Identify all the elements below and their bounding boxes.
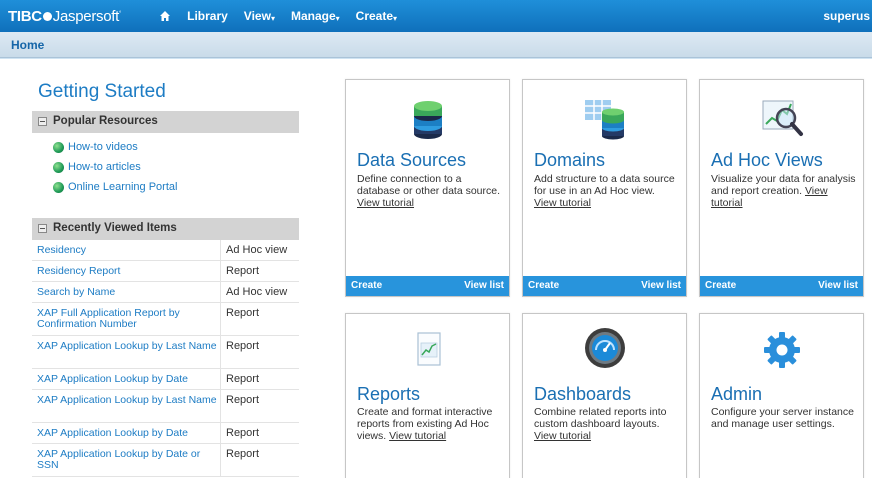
recent-item-name[interactable]: Residency xyxy=(32,240,220,260)
recent-item-type: Report xyxy=(220,261,299,281)
report-icon xyxy=(410,330,446,373)
create-button[interactable]: Create xyxy=(351,280,382,291)
nav-create-menu[interactable]: Create▾ xyxy=(356,9,397,23)
recent-item-type: Ad Hoc view xyxy=(220,240,299,260)
view-list-button[interactable]: View list xyxy=(818,280,858,291)
view-list-button[interactable]: View list xyxy=(641,280,681,291)
recent-item-type: Ad Hoc view xyxy=(220,282,299,302)
gear-icon xyxy=(762,330,802,373)
recent-item: Search by Name Ad Hoc view xyxy=(32,282,299,303)
user-menu[interactable]: superus xyxy=(823,9,870,23)
top-navigation-bar: TIBC Jaspersoft° Library View▾ Manage▾ Cr… xyxy=(0,0,872,32)
home-page-content: Getting Started Popular Resources How-to… xyxy=(0,59,872,478)
card-footer: Create View list xyxy=(346,276,509,296)
getting-started-title: Getting Started xyxy=(38,81,166,102)
tibco-jaspersoft-logo[interactable]: TIBC Jaspersoft° xyxy=(8,8,121,25)
view-list-button[interactable]: View list xyxy=(464,280,504,291)
card-admin: Admin Configure your server instance and… xyxy=(699,313,864,478)
howto-videos-link[interactable]: How-to videos xyxy=(53,141,138,153)
recently-viewed-list: Residency Ad Hoc view Residency Report Rep… xyxy=(32,240,299,477)
card-ad-hoc-views: Ad Hoc Views Visualize your data for ana… xyxy=(699,79,864,297)
database-icon xyxy=(413,96,443,143)
nav-library[interactable]: Library xyxy=(187,9,228,23)
recent-item: XAP Application Lookup by Date or SSN Rep… xyxy=(32,444,299,477)
card-title[interactable]: Data Sources xyxy=(357,150,466,171)
recent-item-name[interactable]: Search by Name xyxy=(32,282,220,302)
recently-viewed-header[interactable]: Recently Viewed Items xyxy=(32,218,299,240)
card-reports: Reports Create and format interactive re… xyxy=(345,313,510,478)
home-icon[interactable] xyxy=(159,10,171,22)
view-tutorial-link[interactable]: View tutorial xyxy=(534,430,591,442)
globe-icon xyxy=(53,181,64,193)
recent-item-type: Report xyxy=(220,369,299,389)
recent-item-name[interactable]: XAP Full Application Report by Confirmat… xyxy=(32,303,220,335)
globe-icon xyxy=(53,141,64,153)
recent-item-type: Report xyxy=(220,444,299,476)
collapse-icon[interactable] xyxy=(38,224,47,233)
breadcrumb-home[interactable]: Home xyxy=(11,38,44,52)
view-tutorial-link[interactable]: View tutorial xyxy=(357,197,414,209)
recent-item-name[interactable]: Residency Report xyxy=(32,261,220,281)
recent-item: XAP Application Lookup by Last Name Repor… xyxy=(32,390,299,423)
card-description: Combine related reports into custom dash… xyxy=(534,406,667,442)
card-title[interactable]: Dashboards xyxy=(534,384,631,405)
recent-item: Residency Ad Hoc view xyxy=(32,240,299,261)
card-dashboards: Dashboards Combine related reports into … xyxy=(522,313,687,478)
recent-item: XAP Application Lookup by Date Report xyxy=(32,369,299,390)
card-footer: Create View list xyxy=(700,276,863,296)
recent-item-type: Report xyxy=(220,303,299,335)
recent-item: XAP Full Application Report by Confirmat… xyxy=(32,303,299,336)
recent-item-type: Report xyxy=(220,336,299,368)
recent-item-name[interactable]: XAP Application Lookup by Date xyxy=(32,423,220,443)
online-learning-portal-link[interactable]: Online Learning Portal xyxy=(53,181,177,193)
logo-circle-icon xyxy=(42,11,52,21)
popular-resources-header[interactable]: Popular Resources xyxy=(32,111,299,133)
card-domains: Domains Add structure to a data source f… xyxy=(522,79,687,297)
recent-item-name[interactable]: XAP Application Lookup by Date xyxy=(32,369,220,389)
recent-item-name[interactable]: XAP Application Lookup by Last Name xyxy=(32,390,220,422)
card-data-sources: Data Sources Define connection to a data… xyxy=(345,79,510,297)
card-title[interactable]: Ad Hoc Views xyxy=(711,150,823,171)
domain-icon xyxy=(583,96,627,143)
card-description: Create and format interactive reports fr… xyxy=(357,406,493,442)
create-button[interactable]: Create xyxy=(528,280,559,291)
card-description: Configure your server instance and manag… xyxy=(711,406,854,430)
adhoc-chart-icon xyxy=(760,96,804,143)
create-button[interactable]: Create xyxy=(705,280,736,291)
card-title[interactable]: Domains xyxy=(534,150,605,171)
recent-item-type: Report xyxy=(220,390,299,422)
card-footer: Create View list xyxy=(523,276,686,296)
collapse-icon[interactable] xyxy=(38,117,47,126)
nav-view-menu[interactable]: View▾ xyxy=(244,9,275,23)
recent-item: Residency Report Report xyxy=(32,261,299,282)
card-title[interactable]: Reports xyxy=(357,384,420,405)
recent-item-type: Report xyxy=(220,423,299,443)
recent-item: XAP Application Lookup by Date Report xyxy=(32,423,299,444)
view-tutorial-link[interactable]: View tutorial xyxy=(389,430,446,442)
recent-item: XAP Application Lookup by Last Name Repor… xyxy=(32,336,299,369)
view-tutorial-link[interactable]: View tutorial xyxy=(534,197,591,209)
breadcrumb: Home xyxy=(0,32,872,58)
globe-icon xyxy=(53,161,64,173)
gauge-icon xyxy=(583,326,627,373)
recent-item-name[interactable]: XAP Application Lookup by Date or SSN xyxy=(32,444,220,476)
card-description: Visualize your data for analysis and rep… xyxy=(711,173,856,209)
nav-manage-menu[interactable]: Manage▾ xyxy=(291,9,340,23)
howto-articles-link[interactable]: How-to articles xyxy=(53,161,141,173)
card-description: Define connection to a database or other… xyxy=(357,173,501,209)
card-description: Add structure to a data source for use i… xyxy=(534,173,675,209)
recent-item-name[interactable]: XAP Application Lookup by Last Name xyxy=(32,336,220,368)
card-title[interactable]: Admin xyxy=(711,384,762,405)
